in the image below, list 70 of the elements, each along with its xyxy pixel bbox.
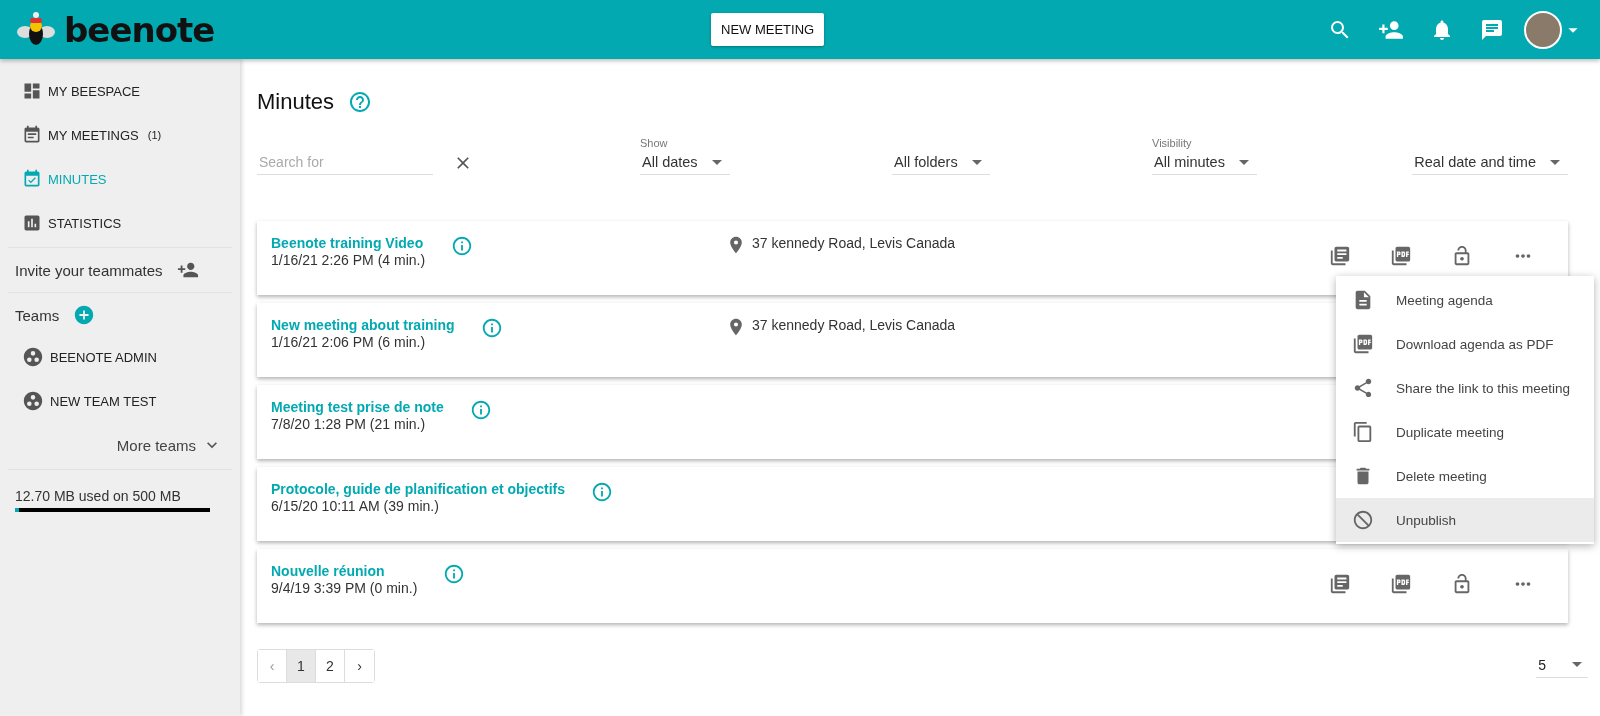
meeting-date: 1/16/21 2:06 PM (6 min.)	[271, 334, 427, 350]
meeting-date: 7/8/20 1:28 PM (21 min.)	[271, 416, 427, 432]
filter-dropdown[interactable]: Real date and time	[1412, 152, 1568, 175]
nav-label: MY MEETINGS	[48, 127, 139, 143]
new-meeting-button[interactable]: NEW MEETING	[711, 13, 825, 46]
team-label: BEENOTE ADMIN	[50, 349, 157, 365]
meeting-date: 1/16/21 2:26 PM (4 min.)	[271, 252, 426, 268]
add-icon[interactable]	[73, 304, 96, 326]
info-icon[interactable]	[443, 563, 466, 585]
team-label: NEW TEAM TEST	[50, 393, 157, 409]
avatar[interactable]	[1524, 10, 1562, 49]
menu-item[interactable]: Duplicate meeting	[1336, 410, 1594, 454]
caret-icon	[1238, 159, 1249, 165]
info-icon[interactable]	[469, 399, 492, 421]
menu-item[interactable]: Delete meeting	[1336, 454, 1594, 498]
menu-item[interactable]: Share the link to this meeting	[1336, 366, 1594, 410]
nav-count: (1)	[147, 129, 162, 141]
page-size-dropdown[interactable]: 5	[1536, 654, 1588, 678]
storage-text: 12.70 MB used on 500 MB	[15, 488, 181, 504]
team-icon	[22, 346, 44, 368]
teams-label: Teams	[15, 306, 60, 324]
info-icon[interactable]	[591, 481, 614, 503]
nav-label: MINUTES	[48, 171, 107, 187]
caret-icon	[971, 159, 982, 165]
nav-item[interactable]: MY MEETINGS (1)	[8, 113, 232, 157]
chat-icon[interactable]	[1480, 17, 1504, 42]
invite-link[interactable]: Invite your teammates	[15, 261, 163, 279]
dashboard-icon	[22, 81, 42, 101]
caret-icon	[1550, 159, 1560, 165]
meeting-location: 37 kennedy Road, Levis Canada	[752, 235, 956, 251]
menu-item[interactable]: Unpublish	[1336, 498, 1594, 542]
agenda-icon[interactable]	[1329, 245, 1351, 267]
page-title: Minutes	[257, 89, 335, 115]
filter-label: Show	[640, 137, 669, 149]
filter-dropdown[interactable]: All folders	[892, 152, 990, 175]
pdf-icon[interactable]	[1390, 573, 1412, 595]
team-item[interactable]: NEW TEAM TEST	[8, 379, 232, 423]
help-icon[interactable]	[348, 90, 373, 114]
nav-label: MY BEESPACE	[48, 83, 140, 99]
meeting-date: 9/4/19 3:39 PM (0 min.)	[271, 580, 418, 596]
caret-icon	[1572, 662, 1582, 667]
info-icon[interactable]	[480, 317, 503, 339]
menu-item[interactable]: Download agenda as PDF	[1336, 322, 1594, 366]
nav-item[interactable]: MY BEESPACE	[8, 69, 232, 113]
menu-item[interactable]: Meeting agenda	[1336, 278, 1594, 322]
page-button[interactable]: 1	[287, 650, 316, 682]
filter-dropdown[interactable]: All dates	[640, 152, 730, 175]
meeting-location: 37 kennedy Road, Levis Canada	[752, 317, 956, 333]
meeting-card[interactable]: Nouvelle réunion 9/4/19 3:39 PM (0 min.)	[257, 549, 1568, 623]
agenda-icon[interactable]	[1329, 573, 1351, 595]
share-icon	[1352, 377, 1374, 399]
meeting-date: 6/15/20 10:11 AM (39 min.)	[271, 498, 440, 514]
caret-icon	[711, 159, 722, 165]
nav-label: STATISTICS	[48, 215, 122, 231]
more-teams-link[interactable]: More teams	[116, 436, 196, 454]
meeting-card[interactable]: Beenote training Video 1/16/21 2:26 PM (4 min.) 37 kennedy Road, Levis Canada	[257, 221, 1568, 295]
calendar-check-icon	[22, 169, 42, 189]
pdf-icon	[1352, 333, 1374, 355]
copy-icon	[1352, 421, 1374, 443]
calendar-icon	[22, 125, 42, 145]
team-icon	[22, 390, 44, 412]
filter-label: Visibility	[1152, 137, 1193, 149]
pdf-icon[interactable]	[1390, 245, 1412, 267]
team-item[interactable]: BEENOTE ADMIN	[8, 335, 232, 379]
bar-chart-icon	[22, 213, 42, 233]
nav-item[interactable]: STATISTICS	[8, 201, 232, 245]
filter-dropdown[interactable]: All minutes	[1152, 152, 1257, 175]
prohibited-icon	[1352, 509, 1374, 531]
logo-text: beenote	[64, 9, 215, 50]
info-icon[interactable]	[451, 235, 474, 257]
